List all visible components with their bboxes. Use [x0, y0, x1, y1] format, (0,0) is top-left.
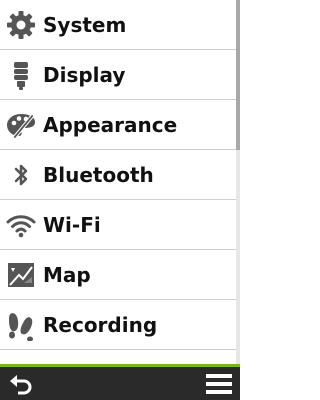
map-icon: [5, 259, 37, 291]
menu-item-label: Display: [43, 63, 126, 87]
bluetooth-icon: [5, 159, 37, 191]
menu-item-bluetooth[interactable]: Bluetooth: [0, 150, 236, 200]
menu-item-wifi[interactable]: Wi-Fi: [0, 200, 236, 250]
settings-list: System Display Appearance Bluetooth Wi-F…: [0, 0, 236, 364]
menu-item-label: Bluetooth: [43, 163, 154, 187]
menu-item-label: Map: [43, 263, 91, 287]
menu-item-label: Wi-Fi: [43, 213, 101, 237]
menu-item-label: System: [43, 13, 127, 37]
scrollbar[interactable]: [236, 0, 240, 364]
gear-icon: [5, 9, 37, 41]
menu-item-map[interactable]: Map: [0, 250, 236, 300]
menu-item-appearance[interactable]: Appearance: [0, 100, 236, 150]
bottom-toolbar: [0, 364, 240, 400]
light-bulb-icon: [5, 59, 37, 91]
footprints-icon: [5, 309, 37, 341]
palette-icon: [5, 109, 37, 141]
menu-item-partial[interactable]: [0, 350, 236, 364]
hamburger-menu-icon[interactable]: [206, 372, 232, 396]
menu-item-label: Recording: [43, 313, 158, 337]
menu-item-display[interactable]: Display: [0, 50, 236, 100]
menu-item-recording[interactable]: Recording: [0, 300, 236, 350]
menu-item-label: Appearance: [43, 113, 178, 137]
back-arrow-icon[interactable]: [8, 371, 36, 399]
scrollbar-thumb[interactable]: [236, 0, 240, 150]
wifi-icon: [5, 209, 37, 241]
settings-screen: System Display Appearance Bluetooth Wi-F…: [0, 0, 240, 400]
menu-item-system[interactable]: System: [0, 0, 236, 50]
